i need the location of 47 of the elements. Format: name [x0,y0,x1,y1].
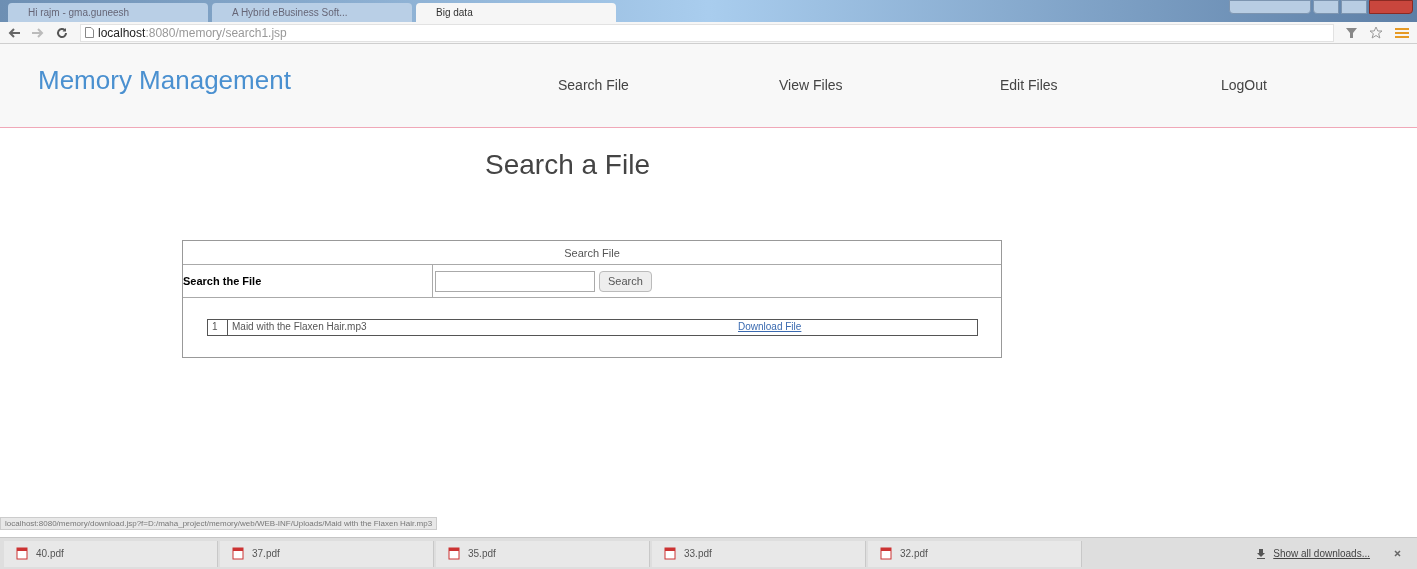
filter-icon[interactable] [1346,26,1357,39]
pdf-icon [16,547,28,560]
nav-link[interactable]: View Files [754,75,975,96]
download-item[interactable]: 37.pdf [220,540,434,567]
table-caption: Search File [183,241,1001,265]
download-item[interactable]: 40.pdf [4,540,218,567]
pdf-icon [232,547,244,560]
file-name: 35.pdf [468,547,496,561]
file-name: 37.pdf [252,547,280,561]
nav-link[interactable]: LogOut [1196,75,1417,96]
form-label: Search the File [183,265,433,297]
close-button[interactable] [1369,0,1413,14]
file-name-cell-text: Maid with the Flaxen Hair.mp3 [231,320,368,334]
download-item[interactable]: 35.pdf [436,540,650,567]
address-bar[interactable]: localhost:8080/memory/search1.jsp [80,23,1334,42]
close-icon[interactable] [1394,550,1401,557]
search-field[interactable] [435,270,595,292]
pdf-icon [448,547,460,560]
browser-tab[interactable]: Big data [416,3,616,22]
profile-button[interactable] [1229,0,1311,14]
reload-icon[interactable] [56,26,68,39]
back-icon[interactable] [8,27,20,38]
browser-tab[interactable]: A Hybrid eBusiness Soft... [212,3,412,22]
maximize-button[interactable] [1341,0,1367,14]
url-text: localhost:8080/memory/search1.jsp [98,24,287,42]
browser-tab[interactable]: Hi rajm - gma.guneesh [8,3,208,22]
minimize-button[interactable] [1313,0,1339,14]
show-all-link[interactable]: Show all downloads... [1273,546,1370,561]
status-url: localhost:8080/memory/download.jsp?f=D:/maha_project/memory/web/WEB-INF/Uploads/Maid with the Flaxen Hair.mp3 [0,517,438,530]
star-icon[interactable] [1369,25,1383,40]
nav-link[interactable]: Search File [533,75,754,96]
file-name: 33.pdf [684,547,712,561]
page-heading: Search a File [485,148,651,182]
download-item[interactable]: 32.pdf [868,540,1082,567]
download-item[interactable]: 33.pdf [652,540,866,567]
search-button[interactable]: Search [599,270,652,292]
index-cell: 1 [208,320,228,335]
page-icon [85,27,94,38]
forward-icon[interactable] [32,27,44,38]
file-name: 32.pdf [900,547,928,561]
file-name: 40.pdf [36,547,64,561]
download-link[interactable]: Download File [738,320,802,335]
pdf-icon [880,547,892,560]
pdf-icon [664,547,676,560]
menu-icon[interactable] [1395,26,1409,39]
download-icon [1257,548,1266,559]
nav-link[interactable]: Edit Files [975,75,1196,96]
